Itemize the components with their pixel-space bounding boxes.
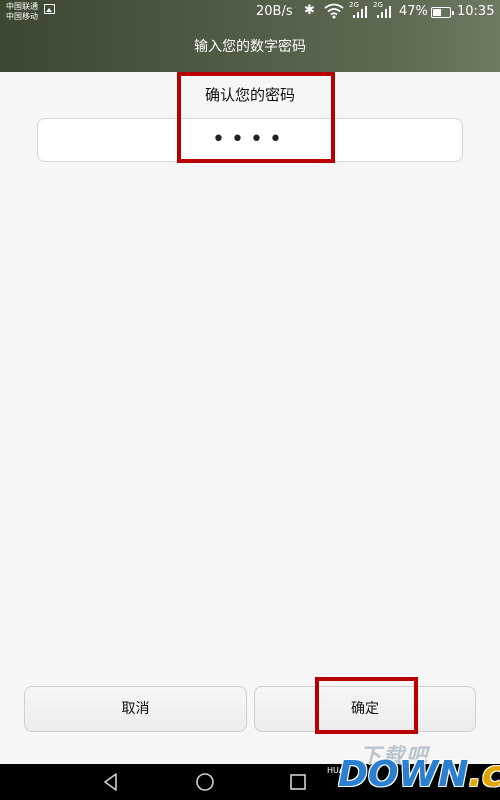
recent-apps-icon[interactable] — [287, 771, 309, 793]
cancel-button[interactable]: 取消 — [24, 686, 247, 732]
password-mask: •••• — [212, 127, 288, 152]
signal-icon: 2G — [349, 1, 369, 20]
carrier-2: 中国移动 — [6, 12, 38, 21]
carrier-info: 中国联通 中国移动 — [6, 2, 38, 22]
bluetooth-icon: ✱ — [304, 3, 315, 18]
watermark-cc: .cc — [468, 754, 500, 795]
page-title: 输入您的数字密码 — [194, 39, 306, 55]
network-speed: 20B/s — [256, 4, 293, 19]
confirm-password-label: 确认您的密码 — [204, 86, 295, 104]
gallery-icon — [44, 4, 55, 14]
wifi-icon — [324, 3, 344, 19]
carrier-1: 中国联通 — [6, 2, 38, 11]
password-field[interactable]: •••• — [37, 118, 463, 162]
watermark-logo: 下载吧 HUA DOWN.cc — [327, 740, 500, 800]
watermark-down-text: DOWN — [338, 754, 469, 795]
app-header: 中国联通 中国移动 20B/s ✱ 2G 2G 47% 10:35 输入您的数字… — [0, 0, 500, 72]
signal-icon: 2G — [373, 1, 393, 20]
watermark-down: DOWN.cc — [338, 754, 500, 795]
battery-percent: 47% — [399, 4, 428, 19]
clock: 10:35 — [457, 4, 495, 19]
battery-icon — [431, 7, 454, 18]
back-icon[interactable] — [100, 771, 122, 793]
status-bar: 中国联通 中国移动 20B/s ✱ 2G 2G 47% 10:35 — [0, 0, 500, 26]
confirm-button[interactable]: 确定 — [254, 686, 476, 732]
home-icon[interactable] — [194, 771, 216, 793]
